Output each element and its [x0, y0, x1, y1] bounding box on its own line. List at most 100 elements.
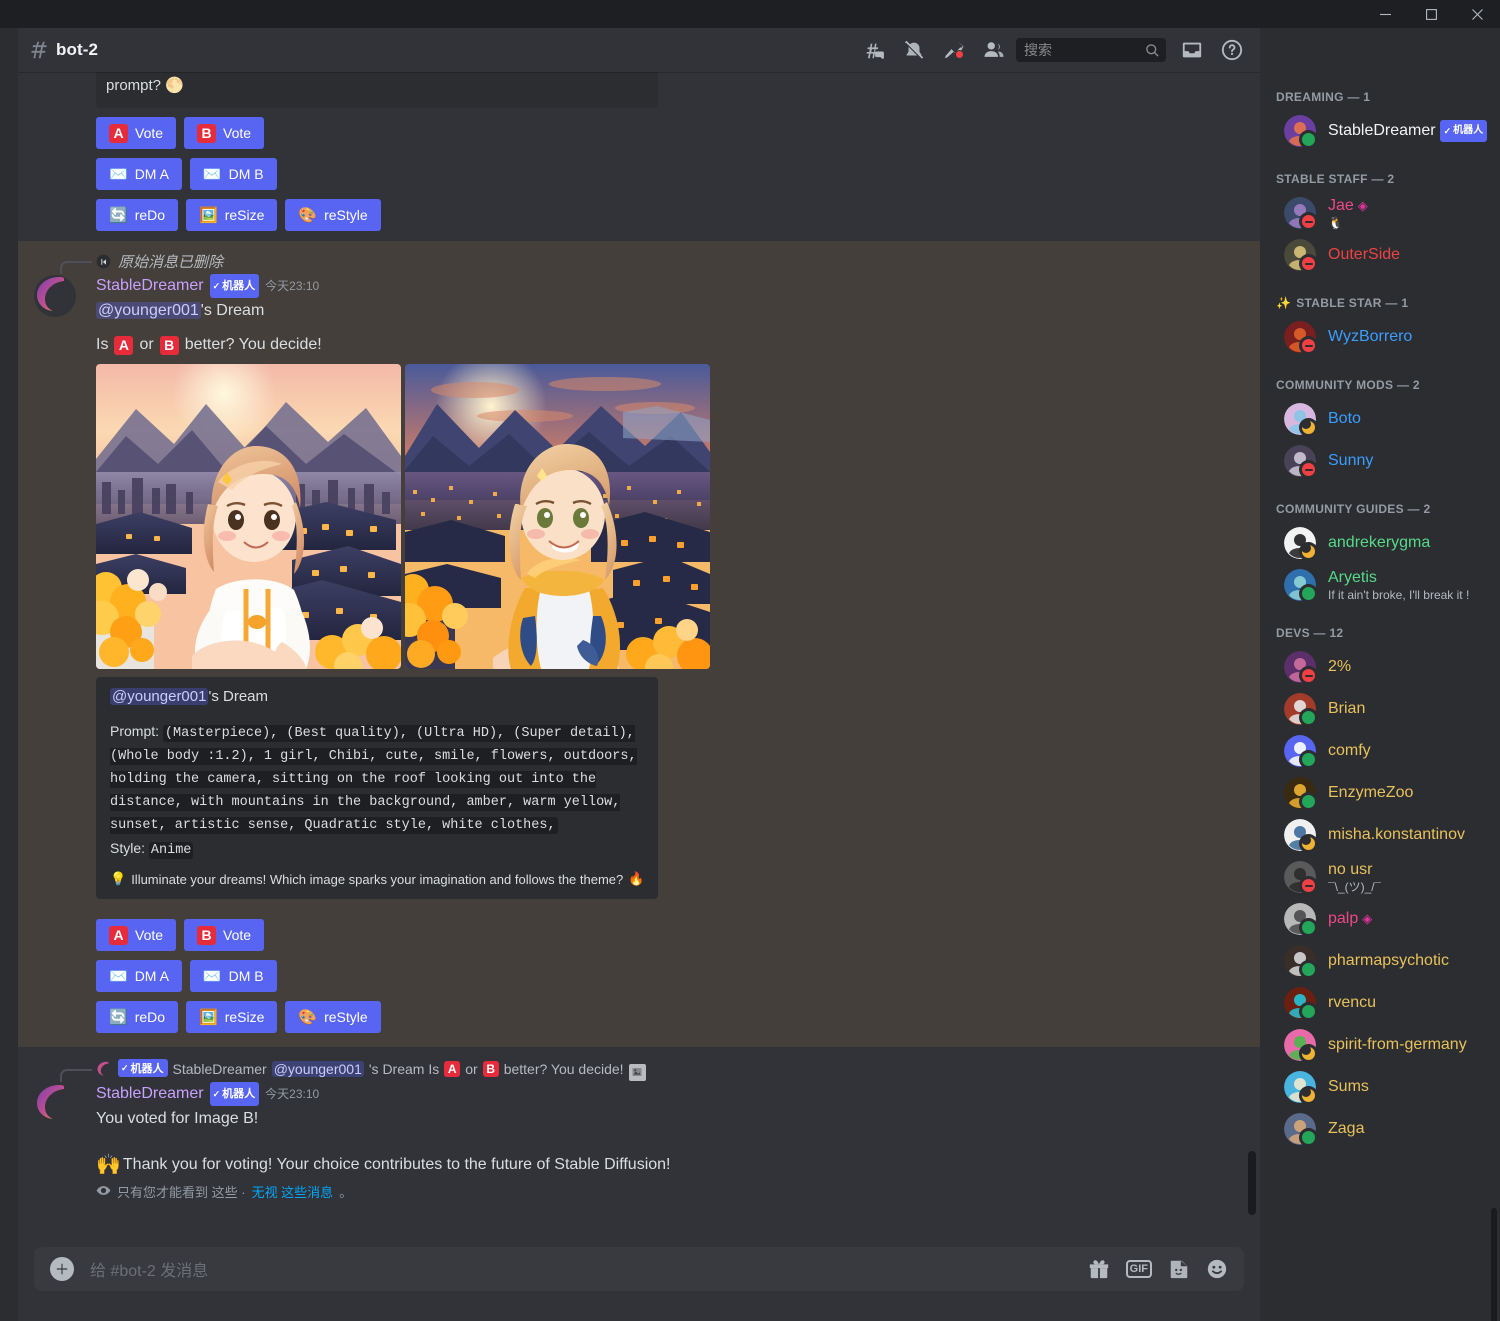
help-icon[interactable] — [1212, 32, 1252, 68]
user-mention[interactable]: @younger001 — [96, 302, 201, 319]
message-input[interactable]: 给 #bot-2 发消息 — [90, 1257, 1088, 1281]
reply-reference-dream[interactable]: ✓ 机器人 StableDreamer @younger001 's Dream… — [18, 1057, 1260, 1082]
member-category-header[interactable]: COMMUNITY GUIDES — 2 — [1260, 482, 1500, 522]
member-list-item[interactable]: Sums — [1268, 1066, 1492, 1108]
composer-box[interactable]: 给 #bot-2 发消息 GIF — [34, 1247, 1244, 1291]
message-author[interactable]: StableDreamer — [96, 1083, 204, 1105]
redo-button[interactable]: 🔄 reDo — [96, 1001, 179, 1033]
avatar[interactable] — [34, 275, 76, 317]
member-name: comfy — [1328, 741, 1371, 761]
app-shell: bot-2 搜索 prompt? 🌕 A Vote B Vote ✉️ DM A… — [0, 28, 1500, 1321]
prompt-value: (Masterpiece), (Best quality), (Ultra HD… — [110, 725, 637, 834]
vote-b-button[interactable]: B Vote — [184, 117, 265, 149]
member-category-header[interactable]: COMMUNITY MODS — 2 — [1260, 358, 1500, 398]
palette-icon: 🎨 — [298, 1008, 318, 1026]
member-list-item[interactable]: andrekerygma — [1268, 522, 1492, 564]
dm-b-button[interactable]: ✉️ DM B — [189, 158, 277, 190]
vote-a-button[interactable]: A Vote — [96, 117, 177, 149]
header-icon-group: 搜索 — [854, 32, 1252, 68]
dm-b-button[interactable]: ✉️ DM B — [189, 960, 277, 992]
member-list-icon[interactable] — [974, 32, 1014, 68]
message-list: prompt? 🌕 A Vote B Vote ✉️ DM A ✉️ DM B … — [18, 72, 1260, 1247]
member-name-text: OuterSide — [1328, 246, 1401, 263]
add-attachment-icon[interactable] — [50, 1257, 74, 1281]
member-list-item[interactable]: palp ◈ — [1268, 898, 1492, 940]
member-list-item[interactable]: rvencu — [1268, 982, 1492, 1024]
emoji-icon[interactable] — [1206, 1258, 1228, 1280]
dm-a-button[interactable]: ✉️ DM A — [96, 960, 182, 992]
search-input[interactable]: 搜索 — [1024, 40, 1145, 60]
search-box[interactable]: 搜索 — [1016, 38, 1166, 62]
member-name-block: Jae ◈ 🐧 — [1328, 196, 1368, 230]
member-list-item[interactable]: StableDreamer ✓ 机器人 — [1268, 110, 1492, 152]
member-list-item[interactable]: Aryetis If it ain't broke, I'll break it … — [1268, 564, 1492, 606]
bot-tag: ✓ 机器人 — [1439, 120, 1488, 142]
member-list-item[interactable]: comfy — [1268, 730, 1492, 772]
member-category-header[interactable]: ✨ STABLE STAR — 1 — [1260, 276, 1500, 316]
gift-icon[interactable] — [1088, 1258, 1110, 1280]
member-name-block: Sunny — [1328, 451, 1373, 471]
user-mention[interactable]: @younger001 — [271, 1061, 364, 1077]
member-list-item[interactable]: Brian — [1268, 688, 1492, 730]
member-list-item[interactable]: no usr ¯\_(ツ)_/¯ — [1268, 856, 1492, 898]
member-name-text: Zaga — [1328, 1120, 1365, 1137]
resize-button[interactable]: 🖼️ reSize — [186, 1001, 278, 1033]
member-list-item[interactable]: Sunny — [1268, 440, 1492, 482]
window-close-button[interactable] — [1454, 0, 1500, 28]
prompt-label: Prompt: — [110, 723, 160, 739]
restyle-button[interactable]: 🎨 reStyle — [285, 199, 381, 231]
chat-scrollbar-thumb[interactable] — [1248, 1151, 1256, 1215]
reply-reference-deleted[interactable]: 原始消息已删除 — [18, 249, 1260, 274]
window-maximize-button[interactable] — [1408, 0, 1454, 28]
redo-label: reDo — [134, 207, 166, 223]
notification-off-icon[interactable] — [894, 32, 934, 68]
user-mention[interactable]: @younger001 — [110, 688, 209, 705]
resize-button[interactable]: 🖼️ reSize — [186, 199, 278, 231]
vote-b-button[interactable]: B Vote — [184, 919, 265, 951]
message-author[interactable]: StableDreamer — [96, 275, 204, 297]
member-list-item[interactable]: Boto — [1268, 398, 1492, 440]
vote-a-button[interactable]: A Vote — [96, 919, 177, 951]
window-minimize-button[interactable] — [1362, 0, 1408, 28]
member-name-block: andrekerygma — [1328, 533, 1430, 553]
inbox-icon[interactable] — [1172, 32, 1212, 68]
generated-image-a[interactable] — [96, 364, 401, 669]
avatar — [1284, 651, 1318, 685]
member-list-item[interactable]: spirit-from-germany — [1268, 1024, 1492, 1066]
generated-image-b[interactable] — [405, 364, 710, 669]
member-list-item[interactable]: Jae ◈ 🐧 — [1268, 192, 1492, 234]
dm-a-button[interactable]: ✉️ DM A — [96, 158, 182, 190]
raised-hands-icon: 🙌 — [96, 1154, 121, 1176]
channel-header: bot-2 搜索 — [18, 28, 1260, 72]
member-name: palp ◈ — [1328, 909, 1372, 929]
gif-icon[interactable]: GIF — [1125, 1260, 1152, 1278]
member-category-header[interactable]: DEVS — 12 — [1260, 606, 1500, 646]
member-list-item[interactable]: pharmapsychotic — [1268, 940, 1492, 982]
thanks-text: Thank you for voting! Your choice contri… — [122, 1156, 671, 1173]
member-list-item[interactable]: EnzymeZoo — [1268, 772, 1492, 814]
member-list-item[interactable]: OuterSide — [1268, 234, 1492, 276]
redo-button[interactable]: 🔄 reDo — [96, 199, 179, 231]
member-list-item[interactable]: WyzBorrero — [1268, 316, 1492, 358]
status-idle-indicator — [1299, 834, 1318, 853]
reply-author[interactable]: StableDreamer — [173, 1061, 267, 1077]
message-scroller[interactable]: prompt? 🌕 A Vote B Vote ✉️ DM A ✉️ DM B … — [18, 72, 1260, 1247]
member-category-header[interactable]: STABLE STAFF — 2 — [1260, 152, 1500, 192]
member-list-item[interactable]: misha.konstantinov — [1268, 814, 1492, 856]
status-online-indicator — [1299, 708, 1318, 727]
member-category-header[interactable]: DREAMING — 1 — [1260, 72, 1500, 110]
dismiss-messages-link[interactable]: 无视 这些消息 — [252, 1182, 334, 1201]
member-list-scrollbar-thumb[interactable] — [1491, 1208, 1497, 1321]
avatar — [1284, 527, 1318, 561]
avatar[interactable] — [34, 1083, 76, 1125]
restyle-button[interactable]: 🎨 reStyle — [285, 1001, 381, 1033]
envelope-icon: ✉️ — [202, 165, 222, 183]
pinned-unread-dot — [955, 50, 964, 59]
member-list-item[interactable]: 2% — [1268, 646, 1492, 688]
sticker-icon[interactable] — [1168, 1258, 1190, 1280]
pinned-messages-icon[interactable] — [934, 32, 974, 68]
member-list[interactable]: DREAMING — 1 StableDreamer ✓ 机器人 STABLE STAF… — [1260, 28, 1500, 1321]
member-list-inner: DREAMING — 1 StableDreamer ✓ 机器人 STABLE STAF… — [1260, 72, 1500, 1150]
threads-icon[interactable] — [854, 32, 894, 68]
member-list-item[interactable]: Zaga — [1268, 1108, 1492, 1150]
